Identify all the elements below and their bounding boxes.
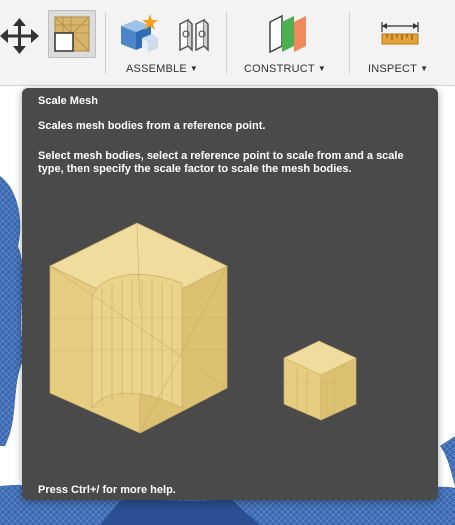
large-mesh-shape <box>49 222 228 434</box>
toolbar-separator <box>105 12 106 74</box>
chevron-down-icon: ▼ <box>317 64 326 73</box>
construct-menu[interactable]: CONSTRUCT ▼ <box>244 63 326 75</box>
scale-mesh-illustration <box>49 222 357 434</box>
toolbar-separator <box>349 12 350 74</box>
toolbar-separator <box>226 12 227 74</box>
scale-mesh-icon[interactable] <box>48 10 96 58</box>
new-component-icon[interactable] <box>118 14 160 54</box>
tooltip-panel: Scale Mesh Scales mesh bodies from a ref… <box>22 88 438 500</box>
chevron-down-icon: ▼ <box>420 64 429 73</box>
inspect-menu[interactable]: INSPECT ▼ <box>368 63 428 75</box>
assemble-label: ASSEMBLE <box>126 63 187 75</box>
chevron-down-icon: ▼ <box>189 64 199 73</box>
small-mesh-shape <box>283 340 357 421</box>
inspect-label: INSPECT <box>368 63 418 75</box>
move-icon[interactable] <box>0 18 40 54</box>
assemble-menu[interactable]: ASSEMBLE ▼ <box>126 63 198 75</box>
offset-plane-icon[interactable] <box>266 12 310 56</box>
construct-label: CONSTRUCT <box>244 63 315 75</box>
tooltip-help-hint: Press Ctrl+/ for more help. <box>38 484 176 496</box>
measure-icon[interactable] <box>380 20 420 48</box>
toolbar: ASSEMBLE ▼ CONSTRUCT ▼ INSPECT ▼ <box>0 0 455 86</box>
joint-icon[interactable] <box>174 16 214 54</box>
